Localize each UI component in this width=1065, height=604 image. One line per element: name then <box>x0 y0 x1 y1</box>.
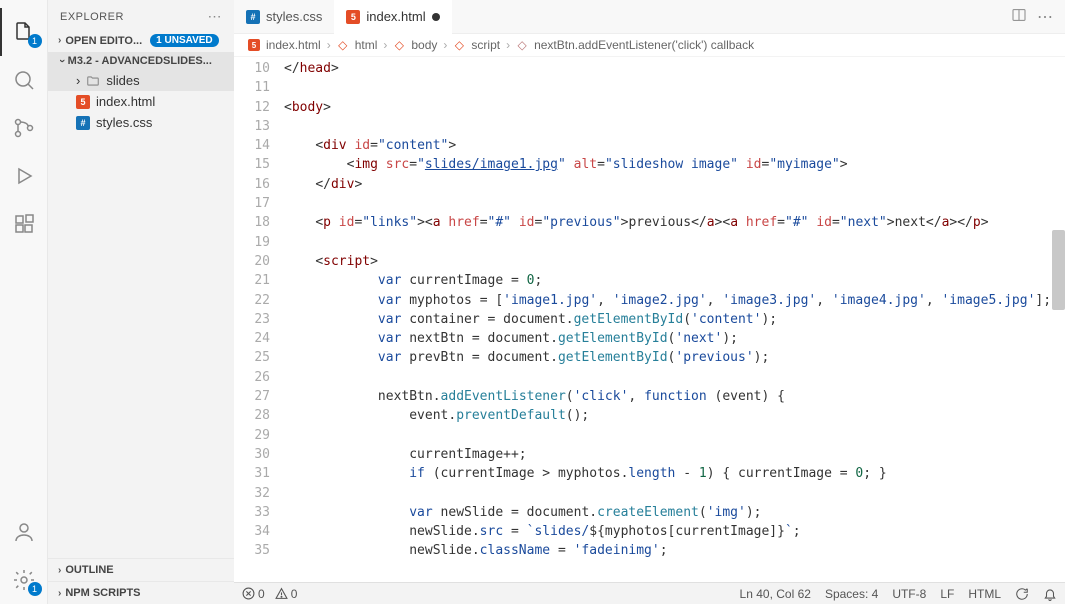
cursor-position[interactable]: Ln 40, Col 62 <box>740 587 811 601</box>
chevron-right-icon: › <box>76 73 80 88</box>
split-editor-icon[interactable] <box>1011 7 1027 27</box>
line-gutter: 1011121314151617181920212223242526272829… <box>234 57 284 582</box>
notifications-icon[interactable] <box>1043 587 1057 601</box>
chevron-right-icon: › <box>383 38 387 52</box>
code-content[interactable]: </head><body> <div id="content"> <img sr… <box>284 57 1065 582</box>
feedback-icon[interactable] <box>1015 587 1029 601</box>
tag-icon: ◇ <box>337 39 349 51</box>
explorer-badge: 1 <box>28 34 42 48</box>
folder-icon <box>86 74 100 88</box>
language-status[interactable]: HTML <box>968 587 1001 601</box>
errors-status[interactable]: 0 <box>242 587 265 601</box>
search-icon[interactable] <box>0 56 48 104</box>
tab-styles[interactable]: # styles.css <box>234 0 334 34</box>
settings-badge: 1 <box>28 582 42 596</box>
html-file-icon: 5 <box>346 10 360 24</box>
status-bar: 0 0 Ln 40, Col 62 Spaces: 4 UTF-8 LF HTM… <box>234 582 1065 604</box>
tree-file-styles[interactable]: # styles.css <box>48 112 234 133</box>
code-editor[interactable]: 1011121314151617181920212223242526272829… <box>234 57 1065 582</box>
chevron-down-icon: › <box>56 59 68 63</box>
chevron-right-icon: › <box>58 588 61 599</box>
css-file-icon: # <box>76 116 90 130</box>
unsaved-dot-icon <box>432 13 440 21</box>
chevron-right-icon: › <box>58 35 61 46</box>
explorer-title: EXPLORER <box>60 11 124 23</box>
function-icon: ◇ <box>516 39 528 51</box>
css-file-icon: # <box>246 10 260 24</box>
tag-icon: ◇ <box>393 39 405 51</box>
debug-icon[interactable] <box>0 152 48 200</box>
activity-bar: 1 1 <box>0 0 48 604</box>
extensions-icon[interactable] <box>0 200 48 248</box>
tab-index[interactable]: 5 index.html <box>334 0 451 34</box>
source-control-icon[interactable] <box>0 104 48 152</box>
warnings-status[interactable]: 0 <box>275 587 298 601</box>
tab-bar: # styles.css 5 index.html ⋯ <box>234 0 1065 34</box>
breadcrumb[interactable]: 5 index.html › ◇ html › ◇ body › ◇ scrip… <box>234 34 1065 57</box>
unsaved-badge: 1 UNSAVED <box>150 34 219 47</box>
open-editors-section[interactable]: › OPEN EDITO... 1 UNSAVED <box>52 31 230 50</box>
settings-icon[interactable]: 1 <box>0 556 48 604</box>
npm-scripts-section[interactable]: › NPM SCRIPTS <box>52 584 230 602</box>
chevron-right-icon: › <box>506 38 510 52</box>
eol-status[interactable]: LF <box>940 587 954 601</box>
explorer-icon[interactable]: 1 <box>0 8 48 56</box>
more-actions-icon[interactable]: ⋯ <box>1037 7 1053 27</box>
indentation-status[interactable]: Spaces: 4 <box>825 587 878 601</box>
more-icon[interactable]: ⋯ <box>208 8 223 25</box>
html-file-icon: 5 <box>76 95 90 109</box>
scrollbar-vertical[interactable] <box>1052 230 1065 310</box>
editor-area: # styles.css 5 index.html ⋯ 5 index.html… <box>234 0 1065 604</box>
chevron-right-icon: › <box>327 38 331 52</box>
encoding-status[interactable]: UTF-8 <box>892 587 926 601</box>
folder-root[interactable]: › M3.2 - ADVANCEDSLIDES... <box>48 52 234 70</box>
sidebar: EXPLORER ⋯ › OPEN EDITO... 1 UNSAVED › M… <box>48 0 234 604</box>
chevron-right-icon: › <box>58 565 61 576</box>
tree-file-index[interactable]: 5 index.html <box>48 91 234 112</box>
account-icon[interactable] <box>0 508 48 556</box>
tag-icon: ◇ <box>453 39 465 51</box>
html-file-icon: 5 <box>248 39 260 51</box>
outline-section[interactable]: › OUTLINE <box>52 561 230 579</box>
tree-folder-slides[interactable]: › slides <box>48 70 234 91</box>
chevron-right-icon: › <box>443 38 447 52</box>
